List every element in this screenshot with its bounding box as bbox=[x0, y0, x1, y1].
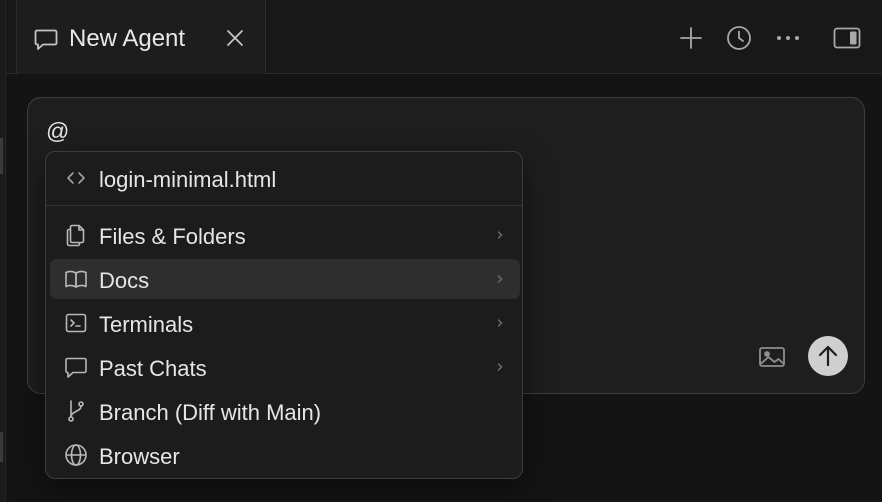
arrow-up-icon bbox=[817, 344, 839, 368]
image-icon[interactable] bbox=[758, 344, 788, 370]
chevron-right-icon bbox=[496, 317, 504, 329]
menu-item-label: Terminals bbox=[99, 312, 194, 337]
tab-new-agent[interactable]: New Agent bbox=[16, 0, 266, 74]
new-chat-button[interactable] bbox=[677, 24, 705, 52]
close-icon[interactable] bbox=[224, 27, 246, 49]
globe-icon bbox=[64, 443, 88, 467]
branch-icon bbox=[64, 399, 88, 423]
code-icon bbox=[64, 166, 88, 190]
menu-item-past-chats[interactable]: Past Chats bbox=[50, 347, 520, 387]
chevron-right-icon bbox=[496, 273, 504, 285]
menu-item-label: Browser bbox=[99, 444, 180, 469]
history-button[interactable] bbox=[725, 24, 753, 52]
toggle-sidebar-button[interactable] bbox=[833, 24, 861, 52]
recent-file-label: login-minimal.html bbox=[99, 167, 277, 192]
composer-input-text[interactable]: @ bbox=[46, 118, 69, 145]
plus-icon bbox=[679, 26, 703, 50]
menu-item-label: Past Chats bbox=[99, 356, 207, 381]
more-icon bbox=[776, 34, 800, 42]
send-button[interactable] bbox=[808, 336, 848, 376]
menu-item-label: Files & Folders bbox=[99, 224, 246, 249]
chat-bubble-icon bbox=[64, 355, 88, 379]
edge-indicator bbox=[0, 138, 3, 174]
edge-indicator bbox=[0, 432, 3, 462]
chat-bubble-icon bbox=[33, 26, 59, 52]
tab-bar: New Agent bbox=[6, 0, 882, 74]
more-options-button[interactable] bbox=[774, 24, 802, 52]
book-icon bbox=[64, 267, 88, 291]
left-panel-edge bbox=[0, 0, 6, 502]
menu-item-terminals[interactable]: Terminals bbox=[50, 303, 520, 343]
terminal-icon bbox=[64, 311, 88, 335]
history-icon bbox=[726, 25, 752, 51]
chevron-right-icon bbox=[496, 229, 504, 241]
menu-item-browser[interactable]: Browser bbox=[50, 435, 520, 475]
recent-file-item[interactable]: login-minimal.html bbox=[50, 158, 520, 198]
mention-menu: login-minimal.html Files & Folders Docs … bbox=[45, 151, 523, 479]
menu-item-label: Docs bbox=[99, 268, 150, 293]
menu-item-docs[interactable]: Docs bbox=[50, 259, 520, 299]
menu-item-branch[interactable]: Branch (Diff with Main) bbox=[50, 391, 520, 431]
sidebar-toggle-icon bbox=[833, 27, 861, 49]
tab-title: New Agent bbox=[69, 25, 186, 52]
menu-divider bbox=[46, 205, 522, 206]
menu-item-files-folders[interactable]: Files & Folders bbox=[50, 215, 520, 255]
chevron-right-icon bbox=[496, 361, 504, 373]
menu-item-label: Branch (Diff with Main) bbox=[99, 400, 322, 425]
files-icon bbox=[64, 223, 88, 247]
